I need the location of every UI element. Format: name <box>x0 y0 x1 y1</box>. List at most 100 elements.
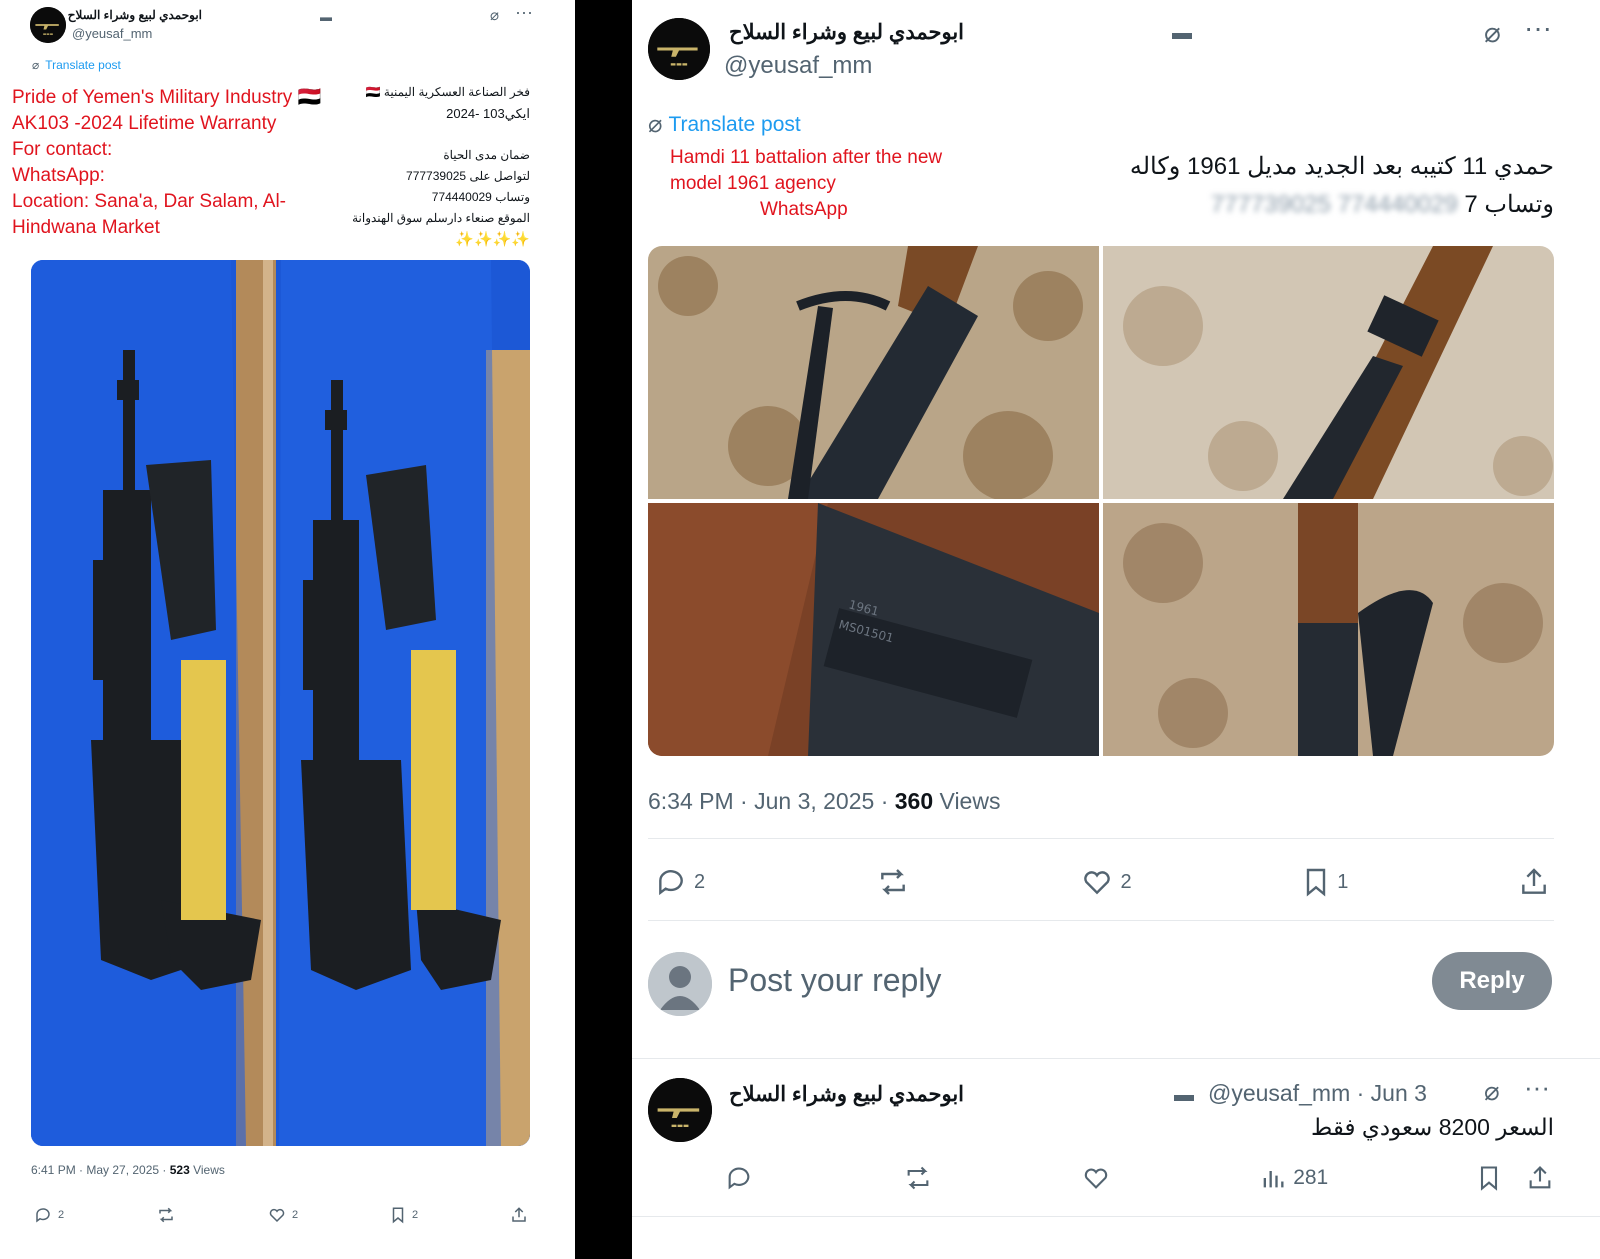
reply-icon <box>728 1167 750 1190</box>
translation-line: Location: Sana'a, Dar Salam, Al- <box>12 191 286 212</box>
reply-submit-button[interactable]: Reply <box>1432 952 1552 1010</box>
avatar[interactable]: ▬▬▬ <box>648 18 710 80</box>
translate-icon: ⌀ <box>32 58 40 72</box>
divider <box>632 1058 1600 1059</box>
svg-text:▬▬▬: ▬▬▬ <box>671 1122 689 1130</box>
repost-icon <box>880 869 905 895</box>
repost-button[interactable] <box>156 1206 176 1224</box>
avatar[interactable]: ▬▬▬ <box>648 1078 712 1142</box>
share-icon <box>1529 1166 1551 1189</box>
share-button[interactable] <box>1518 866 1550 898</box>
receiver-markings-photo: 1961 MS01501 <box>648 503 1099 756</box>
post-text-arabic: فخر الصناعة العسكرية اليمنية 🇾🇪 ايكي103 … <box>340 82 530 250</box>
post-image-1[interactable] <box>648 246 1099 499</box>
translation-line: For contact: <box>12 139 113 160</box>
reply-button[interactable]: 2 <box>34 1206 64 1224</box>
post-image-3[interactable]: 1961 MS01501 <box>648 503 1099 756</box>
left-action-bar: 2 2 2 <box>34 1206 528 1224</box>
post-line: وتساب 774440029 <box>431 190 530 204</box>
more-icon[interactable]: ··· <box>515 2 533 23</box>
analytics-icon <box>1263 1171 1284 1188</box>
bookmark-button[interactable] <box>1476 1164 1502 1192</box>
display-name[interactable]: ابوحمدي لبيع وشراء السلاح <box>68 8 202 22</box>
views-button[interactable]: 281 <box>1259 1164 1328 1192</box>
like-button[interactable]: 2 <box>1080 866 1132 898</box>
post-timestamp[interactable]: 6:34 PM · Jun 3, 2025 · 360 Views <box>648 788 1000 815</box>
repost-button[interactable] <box>902 1164 934 1192</box>
post-image-4[interactable] <box>1103 503 1554 756</box>
post-line: الموقع صنعاء دارسلم سوق الهندوانة <box>352 211 530 225</box>
svg-text:▬▬▬: ▬▬▬ <box>43 32 54 36</box>
rifle-logo-icon: ▬▬▬ <box>648 18 710 80</box>
view-count: 523 <box>169 1163 190 1177</box>
action-bar: 2 2 1 <box>654 866 1550 898</box>
right-post-panel: ▬▬▬ ابوحمدي لبيع وشراء السلاح @yeusaf_mm… <box>632 0 1600 1259</box>
default-user-icon <box>648 952 712 1016</box>
translation-line: WhatsApp: <box>12 165 105 186</box>
avatar[interactable]: ▬▬▬ <box>30 7 66 43</box>
reply-input[interactable]: Post your reply <box>728 962 941 999</box>
share-button[interactable] <box>1526 1164 1554 1192</box>
rifle-closeup-photo <box>648 246 1099 499</box>
blurred-phone-numbers: 774440029 777739025 <box>1210 191 1458 218</box>
grok-icon[interactable]: ⌀ <box>1484 1076 1500 1107</box>
heart-icon <box>269 1208 285 1223</box>
username-handle[interactable]: @yeusaf_mm <box>724 52 872 80</box>
post-line: لتواصل على 777739025 <box>406 169 530 183</box>
translation-line: model 1961 agency <box>670 173 836 194</box>
share-icon <box>512 1207 526 1222</box>
bookmark-icon <box>1480 1166 1498 1191</box>
bookmark-button[interactable]: 1 <box>1301 866 1348 898</box>
heart-icon <box>1085 1168 1108 1189</box>
bookmark-button[interactable]: 2 <box>390 1206 418 1224</box>
flag-emoji: ▬ <box>320 10 332 24</box>
translation-line: Hindwana Market <box>12 217 160 238</box>
view-count: 360 <box>894 788 934 814</box>
translation-overlay: Hamdi 11 battalion after the new model 1… <box>670 145 990 223</box>
reply-button[interactable] <box>724 1164 754 1192</box>
post-text-arabic-line2: وتساب 7 774440029 777739025 <box>1210 191 1554 218</box>
more-icon[interactable]: ··· <box>1524 1072 1550 1103</box>
translation-line: Hamdi 11 battalion after the new <box>670 147 943 168</box>
reply-button[interactable]: 2 <box>654 866 705 898</box>
post-image-2[interactable] <box>1103 246 1554 499</box>
divider <box>648 838 1554 839</box>
post-text-arabic: حمدي 11 كتيبه بعد الجديد مديل 1961 وكاله <box>1129 153 1554 180</box>
translate-post-link[interactable]: ⌀ Translate post <box>648 110 801 139</box>
grok-icon[interactable]: ⌀ <box>1484 16 1501 49</box>
repost-icon <box>907 1166 929 1190</box>
reply-icon <box>36 1208 50 1223</box>
heart-icon <box>1084 871 1111 895</box>
post-line: ضمان مدى الحياة <box>443 148 530 162</box>
reply-text: السعر 8200 سعودي فقط <box>1310 1114 1554 1140</box>
grok-icon[interactable]: ⌀ <box>490 6 499 24</box>
username-handle[interactable]: @yeusaf_mm <box>72 26 152 41</box>
translation-line: Pride of Yemen's Military Industry 🇾🇪 <box>12 87 322 108</box>
rear-sight-photo <box>1103 246 1554 499</box>
post-timestamp[interactable]: 6:41 PM · May 27, 2025 · 523 Views <box>31 1163 225 1177</box>
reply-action-bar: 281 <box>724 1164 1554 1192</box>
translation-line: AK103 -2024 Lifetime Warranty <box>12 113 277 134</box>
post-line: فخر الصناعة العسكرية اليمنية 🇾🇪 <box>365 85 530 99</box>
bookmark-icon <box>392 1207 404 1224</box>
left-post-panel: ▬▬▬ ابوحمدي لبيع وشراء السلاح @yeusaf_mm… <box>0 0 575 1259</box>
user-avatar-placeholder <box>648 952 712 1016</box>
repost-button[interactable] <box>875 866 911 898</box>
display-name[interactable]: ابوحمدي لبيع وشراء السلاح <box>724 20 964 45</box>
translate-post-link[interactable]: ⌀ Translate post <box>32 58 121 72</box>
reply-display-name[interactable]: ابوحمدي لبيع وشراء السلاح <box>724 1082 964 1107</box>
translation-line: WhatsApp <box>760 199 848 220</box>
translation-overlay: Pride of Yemen's Military Industry 🇾🇪 AK… <box>12 85 357 241</box>
svg-text:▬▬▬: ▬▬▬ <box>670 61 688 68</box>
flag-emoji: ▬ <box>1172 22 1192 44</box>
like-button[interactable]: 2 <box>268 1206 298 1224</box>
reply-handle-date[interactable]: @yeusaf_mm · Jun 3 <box>1208 1080 1427 1107</box>
more-icon[interactable]: ··· <box>1524 12 1552 44</box>
post-line: ايكي103 -2024 <box>446 106 530 121</box>
share-icon <box>1522 868 1546 894</box>
post-image-rifles[interactable] <box>31 260 530 1146</box>
share-button[interactable] <box>510 1206 528 1224</box>
like-button[interactable] <box>1081 1164 1111 1192</box>
rifles-photo <box>31 260 530 1146</box>
reply-icon <box>659 870 683 896</box>
